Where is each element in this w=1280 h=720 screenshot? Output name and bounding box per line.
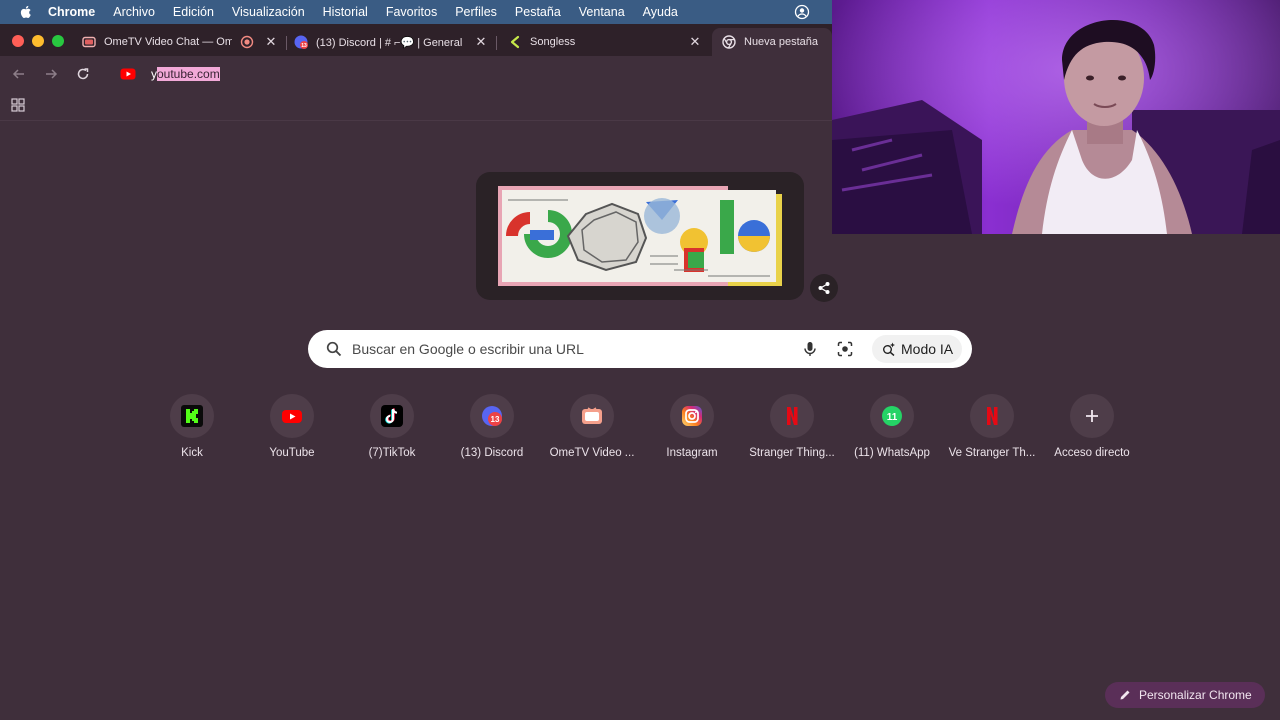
shortcut-tiktok[interactable]: (7)TikTok: [342, 394, 442, 474]
arrow-right-icon: [46, 69, 58, 79]
whatsapp-icon: 11: [882, 406, 902, 426]
recording-icon: [240, 35, 254, 49]
back-button[interactable]: [11, 66, 27, 82]
shortcut-ve-stranger-things[interactable]: Ve Stranger Th...: [942, 394, 1042, 474]
tab-strip: OmeTV Video Chat — Om ✕ 13 (13) Discord …: [0, 24, 832, 56]
shortcut-label: (11) WhatsApp: [854, 447, 930, 459]
instagram-icon: [682, 406, 702, 426]
tab-new-tab-title: Nueva pestaña: [744, 36, 818, 48]
kick-icon: [181, 405, 203, 427]
shortcut-stranger-things[interactable]: Stranger Thing...: [742, 394, 842, 474]
window-close-button[interactable]: [12, 35, 24, 47]
apps-grid-icon[interactable]: [11, 98, 25, 112]
window-maximize-button[interactable]: [52, 35, 64, 47]
shortcut-label: Kick: [181, 447, 203, 459]
tab-new-tab[interactable]: Nueva pestaña: [712, 28, 832, 56]
discord-badge: 13: [491, 415, 500, 424]
menu-edicion[interactable]: Edición: [173, 5, 214, 19]
songless-tab-icon: [510, 35, 520, 49]
shortcut-label: OmeTV Video ...: [549, 447, 635, 459]
menu-app-name[interactable]: Chrome: [48, 5, 95, 19]
forward-button[interactable]: [43, 66, 59, 82]
reload-icon: [77, 68, 89, 80]
google-lens-icon[interactable]: [837, 341, 853, 357]
bookmark-bar: [0, 92, 832, 120]
menu-favoritos[interactable]: Favoritos: [386, 5, 437, 19]
profile-status-icon[interactable]: [794, 4, 810, 20]
shortcut-discord[interactable]: 13 (13) Discord: [442, 394, 542, 474]
search-input[interactable]: [352, 330, 792, 368]
ai-search-icon: [883, 342, 895, 356]
tab-ometv-close-button[interactable]: ✕: [264, 35, 278, 49]
shortcut-label: Acceso directo: [1054, 447, 1130, 459]
menu-historial[interactable]: Historial: [323, 5, 368, 19]
tab-songless-title: Songless: [530, 36, 576, 48]
pencil-icon: [1120, 690, 1130, 700]
shortcut-instagram[interactable]: Instagram: [642, 394, 742, 474]
plus-icon: [1086, 410, 1098, 422]
tab-ometv[interactable]: OmeTV Video Chat — Om ✕: [76, 28, 284, 56]
toolbar-divider: [0, 120, 832, 121]
shortcut-label: Stranger Thing...: [749, 447, 835, 459]
chrome-tab-icon: [722, 35, 736, 49]
tab-discord[interactable]: 13 (13) Discord | # ⌐💬 | General ✕: [288, 28, 494, 56]
arrow-left-icon: [12, 69, 24, 79]
discord-tab-icon: 13: [294, 35, 308, 49]
customize-chrome-button[interactable]: Personalizar Chrome: [1105, 682, 1265, 708]
tab-discord-title: (13) Discord | # ⌐💬 | General: [316, 36, 463, 49]
toolbar: youtube.com: [0, 56, 832, 92]
ometv-icon: [582, 407, 602, 424]
menu-archivo[interactable]: Archivo: [113, 5, 155, 19]
shortcuts-grid: Kick YouTube (7)TikTok 13 (13) Discord O…: [142, 394, 1138, 474]
webcam-overlay: [832, 0, 1280, 234]
shortcut-kick[interactable]: Kick: [142, 394, 242, 474]
whatsapp-badge: 11: [887, 412, 898, 423]
tab-divider: [286, 36, 287, 50]
screen: Chrome Archivo Edición Visualización His…: [0, 0, 1280, 720]
tab-songless-close-button[interactable]: ✕: [688, 35, 702, 49]
share-icon: [818, 282, 830, 294]
ometv-tab-icon: [82, 36, 96, 48]
shortcut-label: Ve Stranger Th...: [948, 447, 1036, 459]
shortcut-youtube[interactable]: YouTube: [242, 394, 342, 474]
apple-icon[interactable]: [18, 4, 34, 20]
shortcut-label: YouTube: [269, 447, 315, 459]
microphone-icon[interactable]: [802, 341, 818, 357]
menu-pestana[interactable]: Pestaña: [515, 5, 561, 19]
svg-text:13: 13: [301, 43, 307, 49]
shortcut-label: (7)TikTok: [368, 447, 416, 459]
tab-divider: [496, 36, 497, 50]
ai-mode-label: Modo IA: [901, 341, 954, 357]
shortcut-add[interactable]: Acceso directo: [1042, 394, 1142, 474]
share-doodle-button[interactable]: [810, 274, 838, 302]
tiktok-icon: [381, 405, 403, 427]
tab-songless[interactable]: Songless ✕: [502, 28, 708, 56]
google-doodle[interactable]: [476, 172, 804, 300]
search-box[interactable]: Modo IA: [308, 330, 972, 368]
window-minimize-button[interactable]: [32, 35, 44, 47]
omnibox-autocomplete-selection: outube.com: [157, 67, 220, 81]
netflix-icon: [787, 407, 798, 425]
menu-perfiles[interactable]: Perfiles: [455, 5, 497, 19]
shortcut-label: Instagram: [666, 447, 718, 459]
youtube-icon: [282, 410, 302, 423]
customize-chrome-label: Personalizar Chrome: [1139, 688, 1252, 702]
tab-ometv-title: OmeTV Video Chat — Om: [104, 36, 232, 48]
discord-icon: 13: [482, 406, 502, 426]
reload-button[interactable]: [75, 66, 91, 82]
tab-discord-close-button[interactable]: ✕: [474, 35, 488, 49]
netflix-icon: [987, 407, 998, 425]
doodle-image: [498, 186, 782, 286]
ai-mode-button[interactable]: Modo IA: [872, 335, 962, 363]
menu-ventana[interactable]: Ventana: [579, 5, 625, 19]
youtube-icon: [120, 68, 136, 80]
shortcut-whatsapp[interactable]: 11 (11) WhatsApp: [842, 394, 942, 474]
search-icon: [326, 341, 342, 357]
menu-ayuda[interactable]: Ayuda: [643, 5, 678, 19]
menu-visualizacion[interactable]: Visualización: [232, 5, 305, 19]
shortcut-ometv[interactable]: OmeTV Video ...: [542, 394, 642, 474]
omnibox-input[interactable]: youtube.com: [151, 66, 220, 82]
shortcut-label: (13) Discord: [460, 447, 524, 459]
